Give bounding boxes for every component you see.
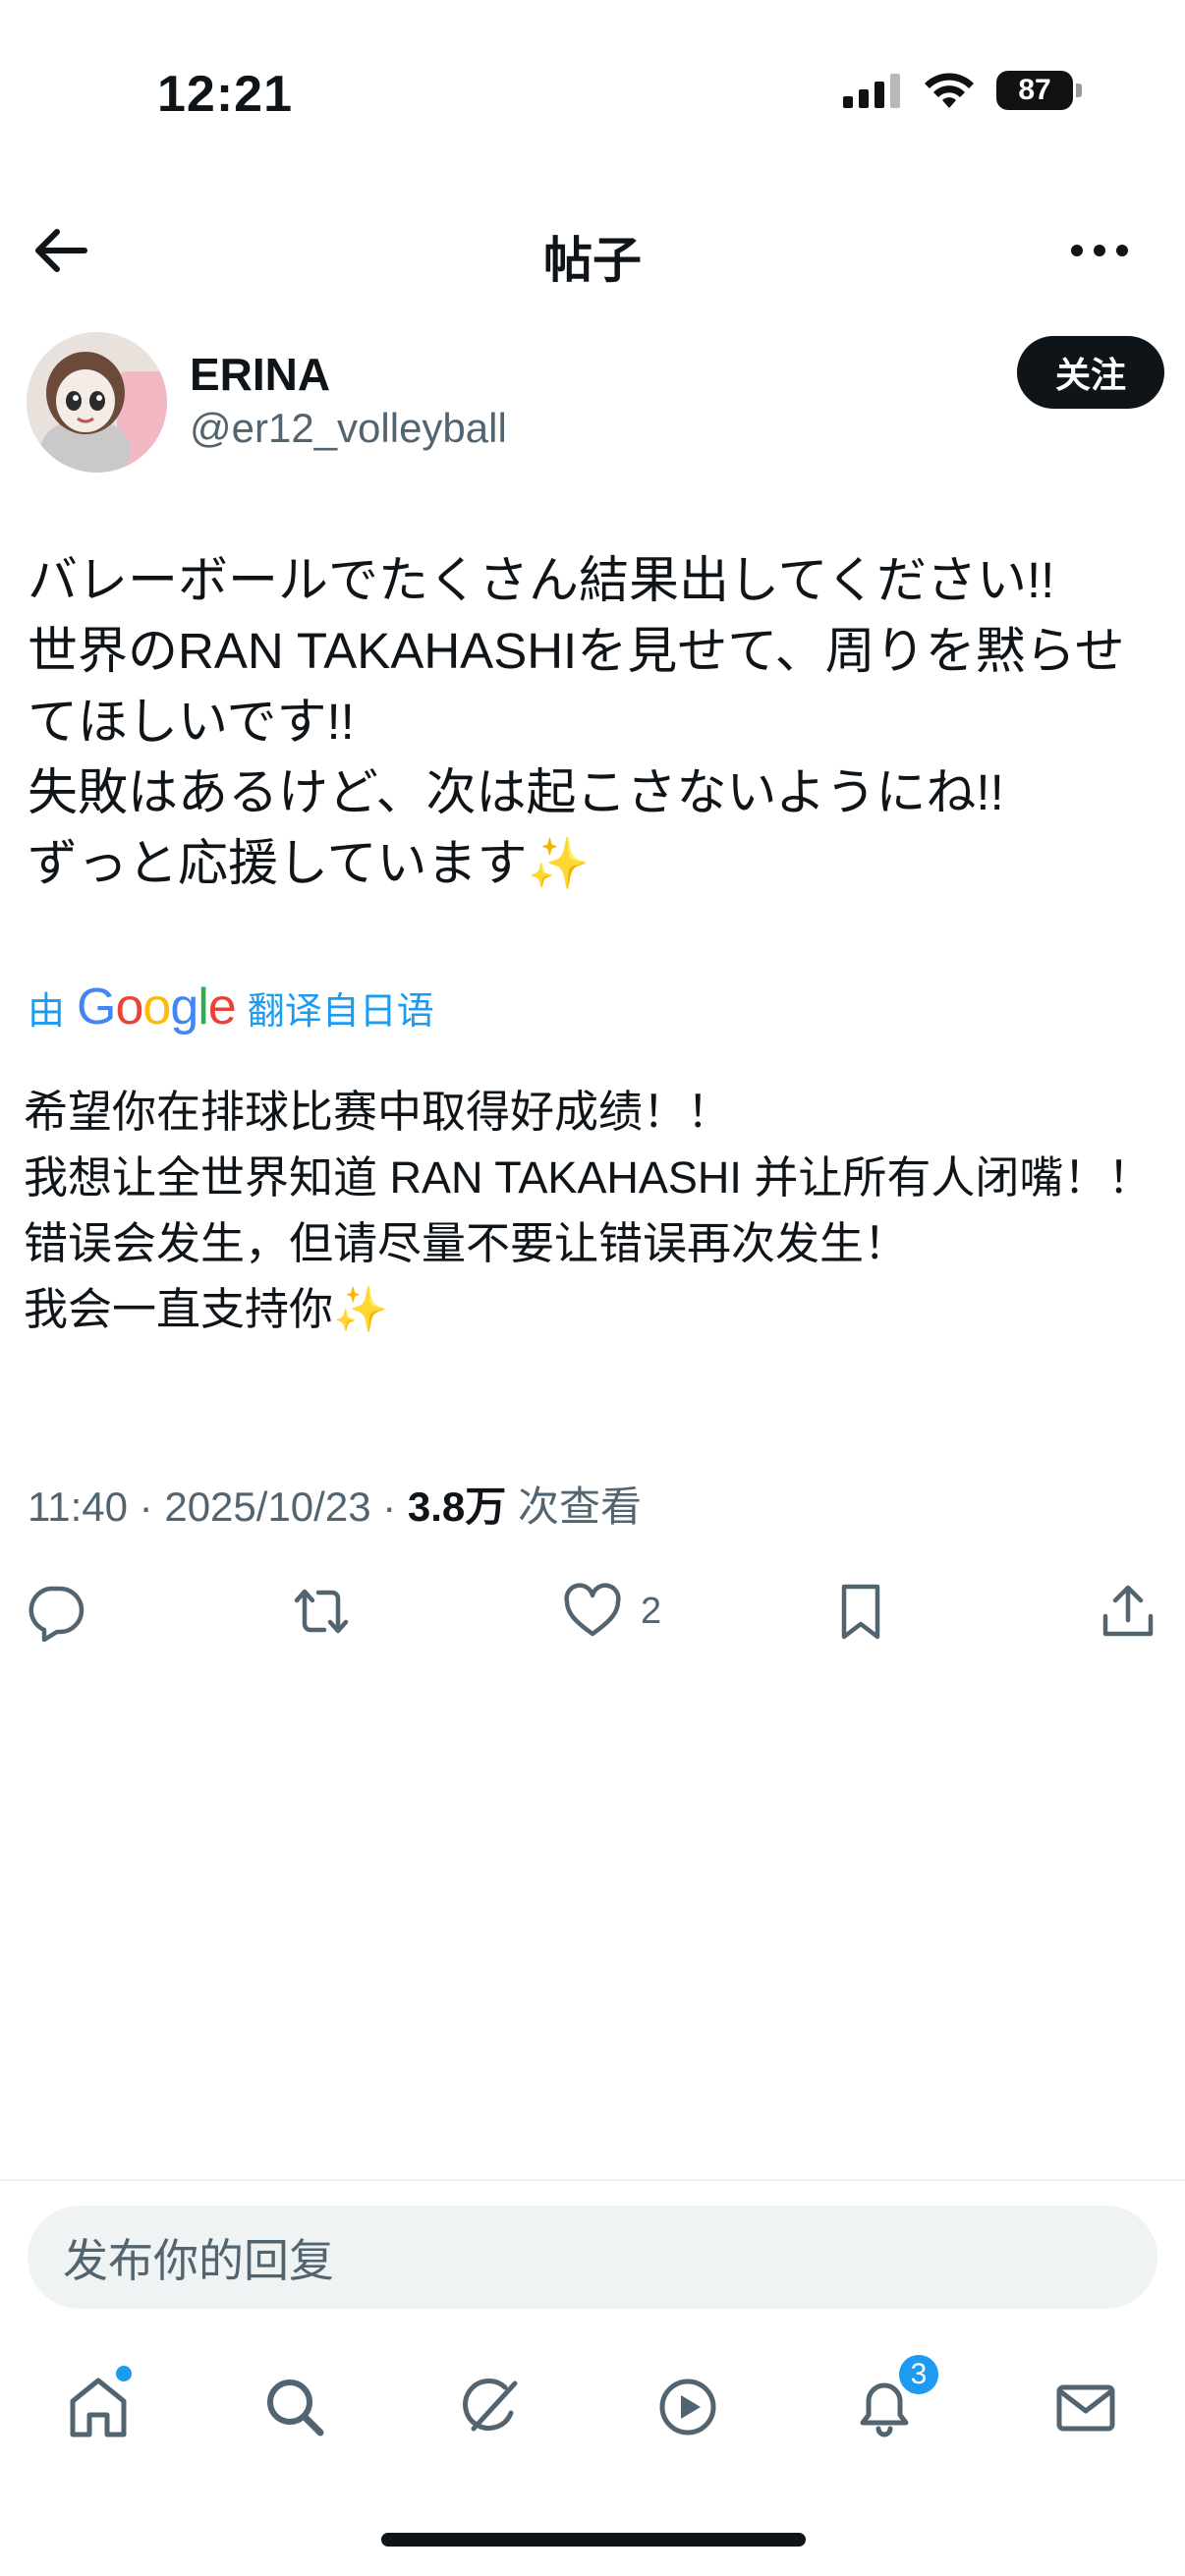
share-icon [1102,1585,1154,1637]
status-icons: 87 [843,71,1082,110]
battery-level: 87 [996,71,1073,110]
notifications-badge: 3 [896,2352,941,2397]
translation-prefix: 由 [28,990,66,1033]
tab-messages[interactable] [1037,2358,1135,2456]
post-meta: 11:40 · 2025/10/23 · 3.8万 次查看 [28,1474,642,1534]
like-button[interactable]: 2 [562,1572,661,1651]
reply-icon [28,1586,85,1642]
search-icon [267,2380,324,2436]
action-bar: 2 [0,1572,1185,1651]
reply-input[interactable]: 发布你的回复 [28,2206,1157,2309]
repost-icon [294,1589,349,1634]
more-button[interactable] [1065,219,1134,282]
avatar-image [27,332,167,473]
google-logo: Google [77,979,237,1036]
tab-home[interactable] [49,2358,147,2456]
translation-suffix: 翻译自日语 [247,990,434,1033]
tab-video[interactable] [639,2358,737,2456]
follow-button[interactable]: 关注 [1017,336,1164,409]
author-row: ERINA @er12_volleyball 关注 [25,332,1164,475]
avatar[interactable] [27,332,167,473]
status-bar: 12:21 87 [0,0,1185,187]
meta-separator: · [382,1484,397,1530]
bookmark-icon [841,1584,880,1640]
bookmark-button[interactable] [830,1572,891,1651]
repost-button[interactable] [291,1572,352,1651]
status-time: 12:21 [157,66,293,123]
like-count: 2 [641,1590,662,1632]
heart-icon [564,1583,621,1637]
reply-button[interactable] [25,1572,85,1651]
author-handle[interactable]: @er12_volleyball [190,405,507,452]
views-label: 次查看 [517,1484,642,1530]
battery-icon: 87 [996,71,1082,110]
grok-icon [463,2379,518,2432]
video-icon [659,2379,716,2436]
tab-search[interactable] [246,2358,344,2456]
tab-grok[interactable] [442,2358,540,2456]
home-icon [70,2378,127,2437]
tab-bar: 3 [0,2352,1185,2466]
more-horizontal-icon [1071,245,1128,256]
page-title: 帖子 [543,233,642,288]
messages-icon [1056,2384,1115,2432]
home-indicator [381,2533,806,2547]
author-name[interactable]: ERINA [190,348,330,401]
post-header: 帖子 [0,192,1185,305]
cellular-signal-icon [843,74,900,108]
post-date: 2025/10/23 [164,1484,371,1530]
share-button[interactable] [1098,1572,1158,1651]
translation-attribution[interactable]: 由 Google 翻译自日语 [28,978,434,1036]
meta-separator: · [139,1484,153,1530]
translation-text: 希望你在排球比赛中取得好成绩！！ 我想让全世界知道 RAN TAKAHASHI … [24,1087,1153,1334]
home-indicator-dot [116,2366,132,2381]
tab-notifications[interactable]: 3 [835,2352,941,2456]
post-text: バレーボールでたくさん結果出してください!! 世界のRAN TAKAHASHIを… [28,552,1125,891]
post-time: 11:40 [28,1484,128,1530]
divider [0,2179,1185,2181]
wifi-icon [925,73,974,108]
views-count: 3.8万 [407,1484,507,1530]
